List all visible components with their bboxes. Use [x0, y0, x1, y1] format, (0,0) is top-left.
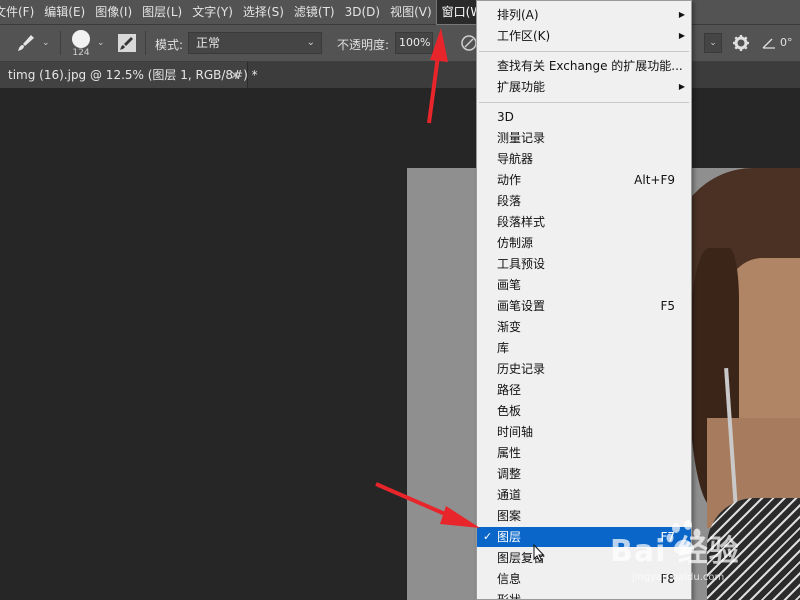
- brush-preview[interactable]: [72, 30, 90, 48]
- window-menu-item[interactable]: 色板: [477, 401, 691, 421]
- mode-select[interactable]: 正常 ⌄: [188, 32, 322, 54]
- window-menu-item[interactable]: 属性: [477, 443, 691, 463]
- window-menu-item[interactable]: 调整: [477, 464, 691, 484]
- window-menu-item[interactable]: 路径: [477, 380, 691, 400]
- window-menu-item[interactable]: 查找有关 Exchange 的扩展功能...: [477, 56, 691, 76]
- window-menu-item[interactable]: 3D: [477, 107, 691, 127]
- opacity-label: 不透明度:: [337, 38, 390, 52]
- window-menu-item[interactable]: 动作 Alt+F9: [477, 170, 691, 190]
- window-menu-item[interactable]: 渐变: [477, 317, 691, 337]
- brush-settings-icon[interactable]: [118, 34, 136, 52]
- menu-item-3[interactable]: 图层(L): [137, 0, 187, 24]
- window-menu-item-label: 排列(A): [497, 8, 539, 22]
- window-menu-item[interactable]: 仿制源: [477, 233, 691, 253]
- shortcut-label: Alt+F9: [634, 173, 675, 187]
- window-menu-item-label: 历史记录: [497, 362, 546, 376]
- chevron-down-icon: ⌄: [306, 37, 315, 48]
- window-menu-item[interactable]: 历史记录: [477, 359, 691, 379]
- window-menu-item[interactable]: 信息 F8: [477, 569, 691, 589]
- window-menu-item[interactable]: 段落: [477, 191, 691, 211]
- menu-item-6[interactable]: 滤镜(T): [289, 0, 340, 24]
- window-menu-item-label: 渐变: [497, 320, 522, 334]
- mode-label: 模式:: [155, 38, 184, 52]
- window-menu-item-label: 测量记录: [497, 131, 546, 145]
- window-menu-item-label: 工具预设: [497, 257, 546, 271]
- window-menu-item[interactable]: 库: [477, 338, 691, 358]
- window-menu-item[interactable]: 排列(A) ▶: [477, 5, 691, 25]
- window-menu-item-label: 段落样式: [497, 215, 546, 229]
- window-menu-dropdown: 排列(A) ▶ 工作区(K) ▶ 查找有关 Exchange 的扩展功能... 扩展功能 ▶…: [476, 0, 692, 600]
- shortcut-label: F5: [660, 299, 675, 313]
- photo-shirt: [707, 498, 800, 600]
- window-menu-item[interactable]: 导航器: [477, 149, 691, 169]
- menu-separator: [479, 51, 689, 52]
- window-menu-item-label: 导航器: [497, 152, 534, 166]
- window-menu-item-label: 通道: [497, 488, 522, 502]
- divider: [145, 31, 146, 55]
- menu-item-1[interactable]: 编辑(E): [39, 0, 90, 24]
- chevron-down-icon[interactable]: ⌄: [704, 33, 722, 53]
- divider: [60, 31, 61, 55]
- window-menu-item-label: 库: [497, 341, 510, 355]
- window-menu-item-label: 3D: [497, 110, 514, 124]
- window-menu-item[interactable]: 图层复合: [477, 548, 691, 568]
- window-menu-item[interactable]: 时间轴: [477, 422, 691, 442]
- brush-preset-chevron-icon[interactable]: ⌄: [42, 38, 50, 48]
- menu-item-4[interactable]: 文字(Y): [187, 0, 238, 24]
- window-menu-item[interactable]: ✓ 图层 F7: [477, 527, 691, 547]
- brush-icon[interactable]: [16, 33, 36, 53]
- menu-item-0[interactable]: 文件(F): [0, 0, 39, 24]
- window-menu-item[interactable]: 形状: [477, 590, 691, 600]
- submenu-arrow-icon: ▶: [678, 10, 685, 19]
- window-menu-item-label: 属性: [497, 446, 522, 460]
- window-menu-item-label: 扩展功能: [497, 80, 546, 94]
- window-menu-item-label: 时间轴: [497, 425, 534, 439]
- document-tab-title: timg (16).jpg @ 12.5% (图层 1, RGB/8#) *: [8, 68, 258, 82]
- submenu-arrow-icon: ▶: [678, 82, 685, 91]
- window-menu-item[interactable]: 工具预设: [477, 254, 691, 274]
- window-menu-item-label: 工作区(K): [497, 29, 551, 43]
- window-menu-item[interactable]: 扩展功能 ▶: [477, 77, 691, 97]
- window-menu-item[interactable]: 图案: [477, 506, 691, 526]
- window-menu-item-label: 信息: [497, 572, 522, 586]
- window-menu-item-label: 调整: [497, 467, 522, 481]
- mode-value: 正常: [196, 36, 221, 50]
- window-menu-item[interactable]: 画笔: [477, 275, 691, 295]
- window-menu-item[interactable]: 测量记录: [477, 128, 691, 148]
- menu-item-7[interactable]: 3D(D): [340, 0, 385, 24]
- window-menu-item-label: 色板: [497, 404, 522, 418]
- gear-icon[interactable]: [732, 34, 750, 52]
- window-menu-item[interactable]: 段落样式: [477, 212, 691, 232]
- angle-value[interactable]: 0°: [780, 36, 793, 49]
- window-menu-item-label: 画笔: [497, 278, 522, 292]
- submenu-arrow-icon: ▶: [678, 31, 685, 40]
- window-menu-item-label: 图层: [497, 530, 522, 544]
- brush-size: 124: [72, 48, 90, 58]
- menu-item-2[interactable]: 图像(I): [90, 0, 137, 24]
- window-menu-item-label: 查找有关 Exchange 的扩展功能...: [497, 59, 683, 73]
- brush-picker-chevron-icon[interactable]: ⌄: [97, 38, 105, 48]
- menu-item-8[interactable]: 视图(V): [385, 0, 437, 24]
- menu-separator: [479, 102, 689, 103]
- check-icon: ✓: [483, 530, 493, 543]
- menu-item-5[interactable]: 选择(S): [238, 0, 289, 24]
- window-menu-item-label: 段落: [497, 194, 522, 208]
- close-icon[interactable]: ×: [230, 68, 240, 82]
- angle-icon: [762, 36, 776, 50]
- window-menu-item-label: 图案: [497, 509, 522, 523]
- window-menu-item-label: 画笔设置: [497, 299, 546, 313]
- document-tab[interactable]: timg (16).jpg @ 12.5% (图层 1, RGB/8#) *: [0, 62, 258, 88]
- window-menu-item[interactable]: 画笔设置 F5: [477, 296, 691, 316]
- window-menu-item[interactable]: 通道: [477, 485, 691, 505]
- opacity-field[interactable]: 100%: [395, 32, 433, 54]
- window-menu-item-label: 路径: [497, 383, 522, 397]
- shortcut-label: F7: [660, 530, 675, 544]
- window-menu-item[interactable]: 工作区(K) ▶: [477, 26, 691, 46]
- window-menu-item-label: 动作: [497, 173, 522, 187]
- window-menu-item-label: 仿制源: [497, 236, 534, 250]
- window-menu-item-label: 形状: [497, 593, 522, 600]
- shortcut-label: F8: [660, 572, 675, 586]
- opacity-slider-chevron-icon[interactable]: ⌄: [438, 39, 446, 49]
- mouse-cursor-icon: [533, 544, 545, 562]
